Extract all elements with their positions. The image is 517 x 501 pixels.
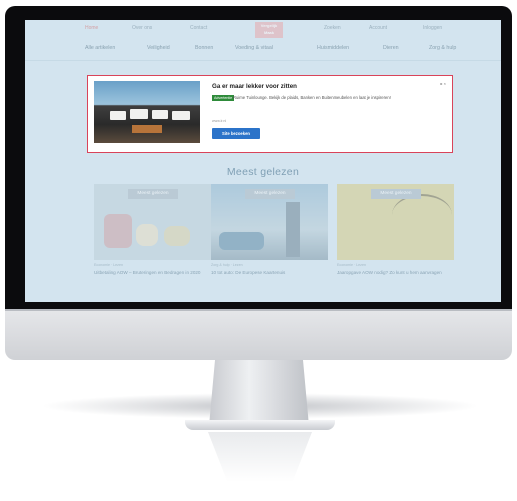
nav-item-food[interactable]: Voeding & vitaal	[235, 45, 273, 51]
ad-close-icon[interactable]: ▸ ×	[441, 81, 446, 86]
cushion	[130, 109, 148, 119]
card-badge: Meest gelezen	[128, 189, 178, 199]
ad-badge: Advertentie	[212, 95, 235, 101]
card-category: Economie · Lezen	[337, 263, 366, 267]
ad-url: www.lr.nl	[212, 119, 227, 123]
screen: Home Over ons Contact Zoeken Account Inl…	[25, 20, 501, 302]
card-image	[136, 224, 158, 246]
card-image	[164, 226, 190, 246]
section-title: Meest gelezen	[226, 166, 300, 178]
topbar-about[interactable]: Over ons	[132, 25, 152, 31]
topbar-contact[interactable]: Contact	[190, 25, 207, 31]
monitor-base	[185, 420, 335, 430]
card-image	[286, 202, 300, 257]
topbar-login[interactable]: Inloggen	[423, 25, 442, 31]
card-image	[392, 194, 452, 236]
card-title[interactable]: 10 tot auto: De Europese Kaartenuis	[211, 270, 323, 276]
cushion	[152, 110, 168, 119]
card-title[interactable]: Jaaropgave AOW nodig? Zo kunt u hem aanv…	[337, 270, 449, 276]
ad-title[interactable]: Ga er maar lekker voor zitten	[212, 83, 297, 90]
cushion	[110, 111, 126, 120]
nav-item-remedies[interactable]: Huismiddelen	[317, 45, 349, 51]
topbar-account[interactable]: Account	[369, 25, 387, 31]
nav-item-safety[interactable]: Veiligheid	[147, 45, 170, 51]
stand-reflection	[208, 432, 312, 482]
topbar-home[interactable]: Home	[85, 25, 98, 31]
card-badge: Meest gelezen	[371, 189, 421, 199]
card-category: Zorg & hulp · Lezen	[211, 263, 243, 267]
monitor-bezel: Home Over ons Contact Zoeken Account Inl…	[5, 6, 512, 309]
cushion	[172, 111, 190, 120]
topbar-search[interactable]: Zoeken	[324, 25, 341, 31]
header-divider	[25, 60, 501, 61]
nav-item-care[interactable]: Zorg & hulp	[429, 45, 456, 51]
article-card[interactable]: Meest gelezen	[337, 184, 454, 260]
nav-item-all[interactable]: Alle artikelen	[85, 45, 115, 51]
article-card[interactable]: Meest gelezen	[211, 184, 328, 260]
card-image	[219, 232, 264, 250]
ad-image[interactable]	[94, 81, 200, 143]
main-nav: Alle artikelen Veiligheid Bonnen Voeding…	[25, 45, 501, 55]
monitor-chin	[5, 309, 512, 360]
ad-description: Ruime Tuinlounge. Bekijk de plaids, Bank…	[233, 95, 391, 100]
logo-line-1: Vergelijk	[260, 23, 278, 28]
card-image	[104, 214, 132, 248]
chin-edge	[5, 309, 512, 311]
advertisement[interactable]: Ga er maar lekker voor zitten Advertenti…	[87, 75, 453, 153]
ad-visit-button[interactable]: Site bezoeken	[212, 128, 260, 139]
monitor-stand	[209, 360, 309, 426]
article-card[interactable]: Meest gelezen	[94, 184, 211, 260]
site-logo[interactable]: Vergelijk Maak	[255, 22, 283, 38]
logo-line-2: Maak	[263, 30, 274, 35]
nav-item-animals[interactable]: Dieren	[383, 45, 399, 51]
card-badge: Meest gelezen	[245, 189, 295, 199]
table	[132, 125, 162, 133]
card-title[interactable]: Uitbetaling AOW – Bruteringen en Bedrage…	[94, 270, 206, 276]
nav-item-coupons[interactable]: Bonnen	[195, 45, 213, 51]
card-category: Economie · Lezen	[94, 263, 123, 267]
